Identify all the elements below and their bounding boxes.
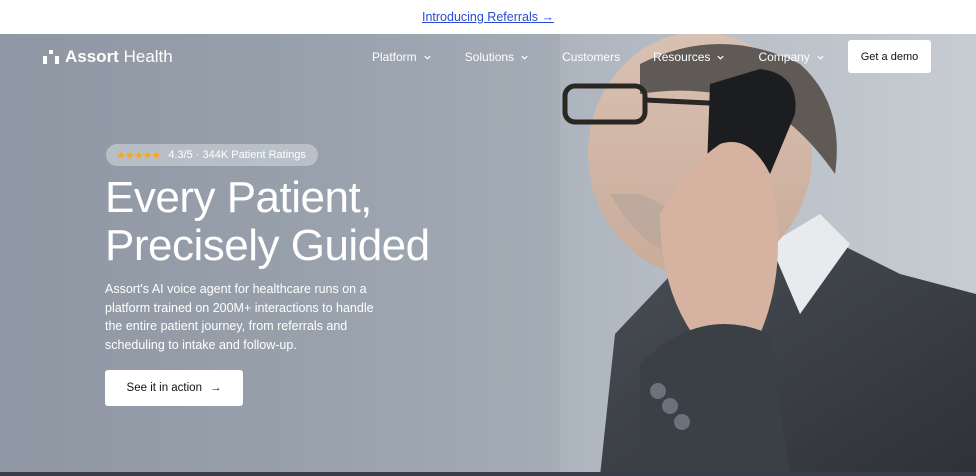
rating-text: 4.3/5 · 344K Patient Ratings xyxy=(168,149,306,161)
arrow-right-icon: → xyxy=(209,382,222,394)
hero-section: Assort Health Platform Solutions Custome… xyxy=(0,34,976,476)
nav-item-resources[interactable]: Resources xyxy=(653,50,725,64)
nav-item-customers[interactable]: Customers xyxy=(562,50,620,64)
see-it-in-action-button[interactable]: See it in action → xyxy=(105,370,243,406)
announcement-link[interactable]: Introducing Referrals → xyxy=(422,10,554,24)
nav-item-company[interactable]: Company xyxy=(758,50,824,64)
get-demo-button[interactable]: Get a demo xyxy=(848,40,931,73)
logo-mark-icon xyxy=(43,50,59,64)
nav-item-label: Solutions xyxy=(464,50,515,64)
nav-item-label: Resources xyxy=(653,50,711,64)
headline-line-2: Precisely Guided xyxy=(105,221,430,270)
headline-line-1: Every Patient, xyxy=(105,173,372,222)
nav-menu: Platform Solutions Customers Resources C… xyxy=(372,50,858,64)
nav-item-label: Company xyxy=(758,50,810,64)
top-nav: Assort Health Platform Solutions Custome… xyxy=(0,34,976,80)
brand-name-light: Health xyxy=(118,47,173,66)
nav-item-platform[interactable]: Platform xyxy=(372,50,432,64)
chevron-down-icon xyxy=(521,55,528,60)
hero-headline: Every Patient, Precisely Guided xyxy=(105,174,430,270)
cta-label: See it in action xyxy=(126,382,202,394)
chevron-down-icon xyxy=(424,55,431,60)
chevron-down-icon xyxy=(717,55,725,60)
star-icon: ★★★★★ xyxy=(116,149,161,162)
hero-subtext: Assort's AI voice agent for healthcare r… xyxy=(105,282,374,352)
rating-badge: ★★★★★ 4.3/5 · 344K Patient Ratings xyxy=(106,144,318,166)
nav-item-solutions[interactable]: Solutions xyxy=(465,50,529,64)
bottom-divider xyxy=(0,472,976,476)
nav-item-label: Customers xyxy=(562,50,621,64)
chevron-down-icon xyxy=(817,55,824,60)
brand-logo[interactable]: Assort Health xyxy=(43,47,173,67)
announcement-bar: Introducing Referrals → xyxy=(0,0,976,34)
brand-name: Assort Health xyxy=(65,47,173,67)
brand-name-bold: Assort xyxy=(65,47,119,66)
nav-item-label: Platform xyxy=(372,50,417,64)
